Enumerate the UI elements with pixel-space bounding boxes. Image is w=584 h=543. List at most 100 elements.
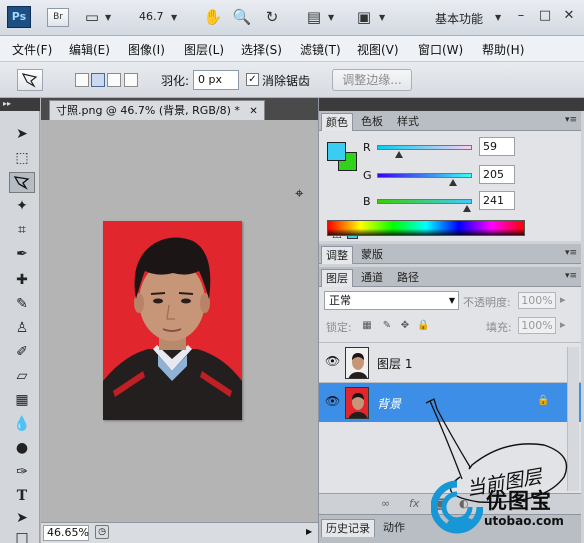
menu-file[interactable]: 文件(F) xyxy=(12,41,52,58)
workspace-switcher[interactable]: 基本功能 xyxy=(435,10,483,27)
color-spectrum-bar[interactable] xyxy=(327,220,525,236)
tab-styles[interactable]: 样式 xyxy=(393,113,423,131)
gradient-tool-icon[interactable]: ▦ xyxy=(9,390,35,411)
maximize-icon[interactable]: □ xyxy=(534,6,556,26)
lasso-tool-icon[interactable] xyxy=(9,172,35,193)
view-extras-dropdown-icon[interactable]: ▼ xyxy=(105,13,111,22)
path-selection-tool-icon[interactable]: ➤ xyxy=(9,508,35,529)
blue-channel-slider[interactable] xyxy=(377,199,472,204)
link-layers-icon[interactable]: ∞ xyxy=(381,497,390,510)
visibility-eye-icon[interactable]: 👁 xyxy=(325,394,340,408)
add-to-selection-button[interactable] xyxy=(91,73,105,87)
panel-dock-header[interactable] xyxy=(319,98,584,111)
document-info-icon[interactable]: ◷ xyxy=(95,525,109,539)
tab-channels[interactable]: 通道 xyxy=(357,269,387,287)
clone-stamp-tool-icon[interactable]: ♙ xyxy=(9,318,35,339)
adjustments-panel-menu-icon[interactable]: ▾≡ xyxy=(565,248,577,258)
type-tool-icon[interactable]: T xyxy=(9,486,35,507)
new-selection-button[interactable] xyxy=(75,73,89,87)
status-menu-arrow-icon[interactable]: ▶ xyxy=(306,527,312,536)
tab-color[interactable]: 颜色 xyxy=(321,113,353,131)
tool-preset-picker[interactable] xyxy=(17,69,43,91)
hand-tool-icon[interactable]: ✋ xyxy=(202,6,224,28)
layer-row[interactable]: 👁 图层 1 xyxy=(319,342,581,382)
lock-image-icon[interactable]: ✎ xyxy=(381,320,393,332)
menu-view[interactable]: 视图(V) xyxy=(357,41,399,58)
shape-tool-icon[interactable]: □ xyxy=(9,528,35,543)
menu-help[interactable]: 帮助(H) xyxy=(482,41,524,58)
blue-slider-handle[interactable] xyxy=(462,205,471,212)
lock-position-icon[interactable]: ✥ xyxy=(399,320,411,332)
close-document-icon[interactable]: ✕ xyxy=(249,106,257,117)
tab-actions[interactable]: 动作 xyxy=(379,519,409,537)
feather-input[interactable]: 0 px xyxy=(193,70,239,90)
intersect-selection-button[interactable] xyxy=(124,73,138,87)
eyedropper-tool-icon[interactable]: ✒ xyxy=(9,244,35,265)
menu-layer[interactable]: 图层(L) xyxy=(184,41,224,58)
antialias-checkbox[interactable]: ✓ xyxy=(246,73,259,86)
refine-edge-button[interactable]: 调整边缘... xyxy=(332,69,412,91)
tab-adjustments[interactable]: 调整 xyxy=(321,246,353,264)
color-panel-menu-icon[interactable]: ▾≡ xyxy=(565,115,577,125)
arrange-documents-icon[interactable]: ▤ xyxy=(303,6,325,28)
menu-image[interactable]: 图像(I) xyxy=(128,41,165,58)
zoom-level[interactable]: 46.7 xyxy=(139,10,164,23)
red-value-input[interactable]: 59 xyxy=(479,137,515,156)
screen-mode-icon[interactable]: ▣ xyxy=(353,6,375,28)
layer-style-icon[interactable]: fx xyxy=(409,497,419,510)
lock-all-icon[interactable]: 🔒 xyxy=(417,320,429,332)
foreground-color-swatch[interactable] xyxy=(327,142,346,161)
magic-wand-tool-icon[interactable]: ✦ xyxy=(9,196,35,217)
tab-layers[interactable]: 图层 xyxy=(321,269,353,287)
pen-tool-icon[interactable]: ✑ xyxy=(9,462,35,483)
red-slider-handle[interactable] xyxy=(394,151,403,158)
opacity-input[interactable]: 100% xyxy=(518,292,556,309)
healing-brush-tool-icon[interactable]: ✚ xyxy=(9,270,35,291)
tab-paths[interactable]: 路径 xyxy=(393,269,423,287)
zoom-tool-icon[interactable]: 🔍 xyxy=(231,6,253,28)
subtract-from-selection-button[interactable] xyxy=(107,73,121,87)
arrange-dropdown-icon[interactable]: ▼ xyxy=(328,13,334,22)
opacity-slider-arrow-icon[interactable]: ▸ xyxy=(560,293,566,306)
layers-panel-menu-icon[interactable]: ▾≡ xyxy=(565,271,577,281)
marquee-tool-icon[interactable]: ⬚ xyxy=(9,148,35,169)
menu-edit[interactable]: 编辑(E) xyxy=(69,41,110,58)
tab-masks[interactable]: 蒙版 xyxy=(357,246,387,264)
view-extras-icon[interactable]: ▭ xyxy=(81,6,103,28)
brush-tool-icon[interactable]: ✎ xyxy=(9,294,35,315)
crop-tool-icon[interactable]: ⌗ xyxy=(9,220,35,241)
tab-swatches[interactable]: 色板 xyxy=(357,113,387,131)
layer-name[interactable]: 背景 xyxy=(377,395,401,412)
history-brush-tool-icon[interactable]: ✐ xyxy=(9,342,35,363)
menu-window[interactable]: 窗口(W) xyxy=(418,41,463,58)
document-tab[interactable]: 寸照.png @ 46.7% (背景, RGB/8) * ✕ xyxy=(49,100,265,120)
menu-select[interactable]: 选择(S) xyxy=(241,41,282,58)
red-channel-slider[interactable] xyxy=(377,145,472,150)
close-icon[interactable]: ✕ xyxy=(558,6,580,26)
workspace-dropdown-icon[interactable]: ▼ xyxy=(495,13,501,22)
minimize-icon[interactable]: – xyxy=(510,6,532,26)
fill-slider-arrow-icon[interactable]: ▸ xyxy=(560,318,566,331)
fill-input[interactable]: 100% xyxy=(518,317,556,334)
move-tool-icon[interactable]: ➤ xyxy=(9,124,35,145)
menu-filter[interactable]: 滤镜(T) xyxy=(300,41,341,58)
zoom-dropdown-icon[interactable]: ▼ xyxy=(171,13,177,22)
blur-tool-icon[interactable]: 💧 xyxy=(9,414,35,435)
green-slider-handle[interactable] xyxy=(449,179,457,186)
layer-name[interactable]: 图层 1 xyxy=(377,355,412,372)
screen-mode-dropdown-icon[interactable]: ▼ xyxy=(379,13,385,22)
green-value-input[interactable]: 205 xyxy=(479,165,515,184)
eraser-tool-icon[interactable]: ▱ xyxy=(9,366,35,387)
document-canvas[interactable]: ⌖ xyxy=(41,120,318,522)
lock-transparency-icon[interactable]: ▦ xyxy=(361,320,373,332)
bridge-button[interactable]: Br xyxy=(47,8,69,27)
dodge-tool-icon[interactable]: ● xyxy=(9,438,35,459)
tab-history[interactable]: 历史记录 xyxy=(321,519,375,537)
rotate-view-icon[interactable]: ↻ xyxy=(261,6,283,28)
visibility-eye-icon[interactable]: 👁 xyxy=(325,354,340,368)
blue-value-input[interactable]: 241 xyxy=(479,191,515,210)
blend-mode-select[interactable]: 正常 ▼ xyxy=(324,291,459,310)
zoom-status-field[interactable]: 46.65% xyxy=(43,525,89,541)
green-channel-slider[interactable] xyxy=(377,173,472,178)
tools-panel-header[interactable]: ▸▸ xyxy=(0,98,40,111)
